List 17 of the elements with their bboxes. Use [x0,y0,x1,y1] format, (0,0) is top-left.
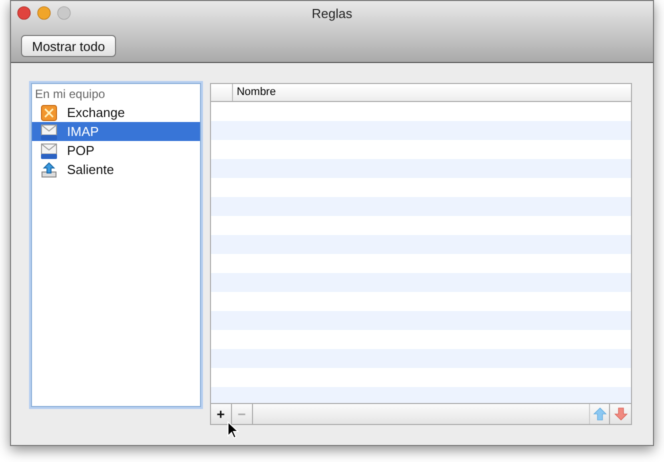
list-header: En mi equipo [34,86,106,103]
envelope-icon [41,124,57,140]
account-item[interactable]: IMAP [32,122,200,141]
mouse-pointer-icon [227,421,239,439]
move-up-button[interactable] [589,404,610,424]
account-item[interactable]: Exchange [32,103,200,122]
upload-icon [41,162,57,178]
zoom-icon [57,6,71,20]
envelope-icon [41,142,57,158]
window-title: Reglas [312,5,352,23]
column-header[interactable]: Nombre [232,84,280,101]
show-all-button[interactable]: Mostrar todo [21,35,116,57]
account-item[interactable]: POP [32,141,200,160]
close-icon[interactable] [17,6,31,20]
exchange-icon [41,104,57,120]
account-item[interactable]: Saliente [32,160,200,179]
minimize-icon[interactable] [37,6,51,20]
